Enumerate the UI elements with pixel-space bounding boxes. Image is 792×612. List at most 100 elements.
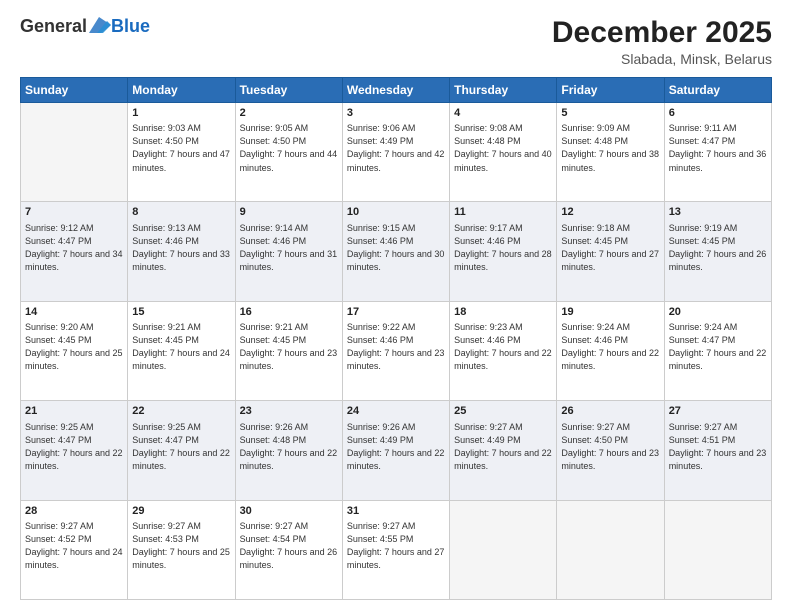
table-row: 14Sunrise: 9:20 AMSunset: 4:45 PMDayligh…	[21, 301, 128, 400]
header: General Blue December 2025 Slabada, Mins…	[20, 16, 772, 67]
table-row: 19Sunrise: 9:24 AMSunset: 4:46 PMDayligh…	[557, 301, 664, 400]
day-number: 14	[25, 305, 123, 320]
day-number: 22	[132, 404, 230, 419]
table-row: 4Sunrise: 9:08 AMSunset: 4:48 PMDaylight…	[450, 103, 557, 202]
day-info: Sunrise: 9:17 AMSunset: 4:46 PMDaylight:…	[454, 222, 552, 274]
day-info: Sunrise: 9:25 AMSunset: 4:47 PMDaylight:…	[25, 421, 123, 473]
table-row: 18Sunrise: 9:23 AMSunset: 4:46 PMDayligh…	[450, 301, 557, 400]
table-row	[450, 500, 557, 599]
col-tuesday: Tuesday	[235, 78, 342, 103]
table-row: 27Sunrise: 9:27 AMSunset: 4:51 PMDayligh…	[664, 401, 771, 500]
day-info: Sunrise: 9:15 AMSunset: 4:46 PMDaylight:…	[347, 222, 445, 274]
day-info: Sunrise: 9:22 AMSunset: 4:46 PMDaylight:…	[347, 321, 445, 373]
table-row: 21 Sunrise: 9:25 AMSunset: 4:47 PMDayligh…	[21, 401, 128, 500]
col-thursday: Thursday	[450, 78, 557, 103]
day-info: Sunrise: 9:27 AMSunset: 4:50 PMDaylight:…	[561, 421, 659, 473]
day-info: Sunrise: 9:20 AMSunset: 4:45 PMDaylight:…	[25, 321, 123, 373]
day-number: 8	[132, 205, 230, 220]
table-row: 6Sunrise: 9:11 AMSunset: 4:47 PMDaylight…	[664, 103, 771, 202]
day-number: 25	[454, 404, 552, 419]
table-row: 10 Sunrise: 9:15 AMSunset: 4:46 PMDayligh…	[342, 202, 449, 301]
day-number: 17	[347, 305, 445, 320]
day-number: 2	[240, 106, 338, 121]
day-number: 27	[669, 404, 767, 419]
day-number: 9	[240, 205, 338, 220]
day-info: Sunrise: 9:09 AMSunset: 4:48 PMDaylight:…	[561, 122, 659, 174]
table-row: 24 Sunrise: 9:26 AMSunset: 4:49 PMDayligh…	[342, 401, 449, 500]
day-info: Sunrise: 9:26 AMSunset: 4:49 PMDaylight:…	[347, 421, 445, 473]
table-row: 5Sunrise: 9:09 AMSunset: 4:48 PMDaylight…	[557, 103, 664, 202]
day-info: Sunrise: 9:27 AMSunset: 4:52 PMDaylight:…	[25, 520, 123, 572]
day-info: Sunrise: 9:03 AMSunset: 4:50 PMDaylight:…	[132, 122, 230, 174]
day-number: 24	[347, 404, 445, 419]
calendar-week-row: 7 Sunrise: 9:12 AMSunset: 4:47 PMDaylight…	[21, 202, 772, 301]
table-row: 22Sunrise: 9:25 AMSunset: 4:47 PMDayligh…	[128, 401, 235, 500]
day-number: 29	[132, 504, 230, 519]
day-info: Sunrise: 9:18 AMSunset: 4:45 PMDaylight:…	[561, 222, 659, 274]
day-info: Sunrise: 9:26 AMSunset: 4:48 PMDaylight:…	[240, 421, 338, 473]
col-wednesday: Wednesday	[342, 78, 449, 103]
day-info: Sunrise: 9:19 AMSunset: 4:45 PMDaylight:…	[669, 222, 767, 274]
subtitle: Slabada, Minsk, Belarus	[552, 51, 772, 67]
calendar-week-row: 1Sunrise: 9:03 AMSunset: 4:50 PMDaylight…	[21, 103, 772, 202]
logo-general-text: General	[20, 16, 87, 37]
day-number: 10	[347, 205, 445, 220]
day-info: Sunrise: 9:21 AMSunset: 4:45 PMDaylight:…	[132, 321, 230, 373]
table-row: 28Sunrise: 9:27 AMSunset: 4:52 PMDayligh…	[21, 500, 128, 599]
table-row	[21, 103, 128, 202]
table-row: 26 Sunrise: 9:27 AMSunset: 4:50 PMDayligh…	[557, 401, 664, 500]
table-row: 17Sunrise: 9:22 AMSunset: 4:46 PMDayligh…	[342, 301, 449, 400]
title-section: December 2025 Slabada, Minsk, Belarus	[552, 16, 772, 67]
table-row: 11 Sunrise: 9:17 AMSunset: 4:46 PMDayligh…	[450, 202, 557, 301]
col-friday: Friday	[557, 78, 664, 103]
table-row: 12 Sunrise: 9:18 AMSunset: 4:45 PMDayligh…	[557, 202, 664, 301]
day-number: 20	[669, 305, 767, 320]
day-info: Sunrise: 9:27 AMSunset: 4:55 PMDaylight:…	[347, 520, 445, 572]
table-row: 23Sunrise: 9:26 AMSunset: 4:48 PMDayligh…	[235, 401, 342, 500]
table-row	[557, 500, 664, 599]
day-number: 16	[240, 305, 338, 320]
day-number: 4	[454, 106, 552, 121]
day-number: 3	[347, 106, 445, 121]
table-row: 31Sunrise: 9:27 AMSunset: 4:55 PMDayligh…	[342, 500, 449, 599]
day-number: 11	[454, 205, 552, 220]
day-number: 28	[25, 504, 123, 519]
day-info: Sunrise: 9:13 AMSunset: 4:46 PMDaylight:…	[132, 222, 230, 274]
calendar-week-row: 21 Sunrise: 9:25 AMSunset: 4:47 PMDayligh…	[21, 401, 772, 500]
day-info: Sunrise: 9:24 AMSunset: 4:46 PMDaylight:…	[561, 321, 659, 373]
day-info: Sunrise: 9:14 AMSunset: 4:46 PMDaylight:…	[240, 222, 338, 274]
day-info: Sunrise: 9:24 AMSunset: 4:47 PMDaylight:…	[669, 321, 767, 373]
day-number: 21	[25, 404, 123, 419]
table-row	[664, 500, 771, 599]
table-row: 16Sunrise: 9:21 AMSunset: 4:45 PMDayligh…	[235, 301, 342, 400]
table-row: 7 Sunrise: 9:12 AMSunset: 4:47 PMDaylight…	[21, 202, 128, 301]
day-info: Sunrise: 9:11 AMSunset: 4:47 PMDaylight:…	[669, 122, 767, 174]
logo-icon	[89, 17, 111, 33]
logo-blue-text: Blue	[111, 16, 150, 37]
day-number: 7	[25, 205, 123, 220]
day-info: Sunrise: 9:12 AMSunset: 4:47 PMDaylight:…	[25, 222, 123, 274]
calendar-header-row: Sunday Monday Tuesday Wednesday Thursday…	[21, 78, 772, 103]
table-row: 2Sunrise: 9:05 AMSunset: 4:50 PMDaylight…	[235, 103, 342, 202]
table-row: 3Sunrise: 9:06 AMSunset: 4:49 PMDaylight…	[342, 103, 449, 202]
day-number: 13	[669, 205, 767, 220]
calendar-week-row: 28Sunrise: 9:27 AMSunset: 4:52 PMDayligh…	[21, 500, 772, 599]
day-number: 12	[561, 205, 659, 220]
day-info: Sunrise: 9:27 AMSunset: 4:49 PMDaylight:…	[454, 421, 552, 473]
day-info: Sunrise: 9:08 AMSunset: 4:48 PMDaylight:…	[454, 122, 552, 174]
table-row: 1Sunrise: 9:03 AMSunset: 4:50 PMDaylight…	[128, 103, 235, 202]
day-info: Sunrise: 9:05 AMSunset: 4:50 PMDaylight:…	[240, 122, 338, 174]
day-number: 6	[669, 106, 767, 121]
col-sunday: Sunday	[21, 78, 128, 103]
calendar-table: Sunday Monday Tuesday Wednesday Thursday…	[20, 77, 772, 600]
day-info: Sunrise: 9:27 AMSunset: 4:53 PMDaylight:…	[132, 520, 230, 572]
table-row: 13 Sunrise: 9:19 AMSunset: 4:45 PMDayligh…	[664, 202, 771, 301]
table-row: 20Sunrise: 9:24 AMSunset: 4:47 PMDayligh…	[664, 301, 771, 400]
col-saturday: Saturday	[664, 78, 771, 103]
day-info: Sunrise: 9:23 AMSunset: 4:46 PMDaylight:…	[454, 321, 552, 373]
day-number: 26	[561, 404, 659, 419]
day-info: Sunrise: 9:27 AMSunset: 4:54 PMDaylight:…	[240, 520, 338, 572]
table-row: 15Sunrise: 9:21 AMSunset: 4:45 PMDayligh…	[128, 301, 235, 400]
day-number: 18	[454, 305, 552, 320]
main-title: December 2025	[552, 16, 772, 49]
